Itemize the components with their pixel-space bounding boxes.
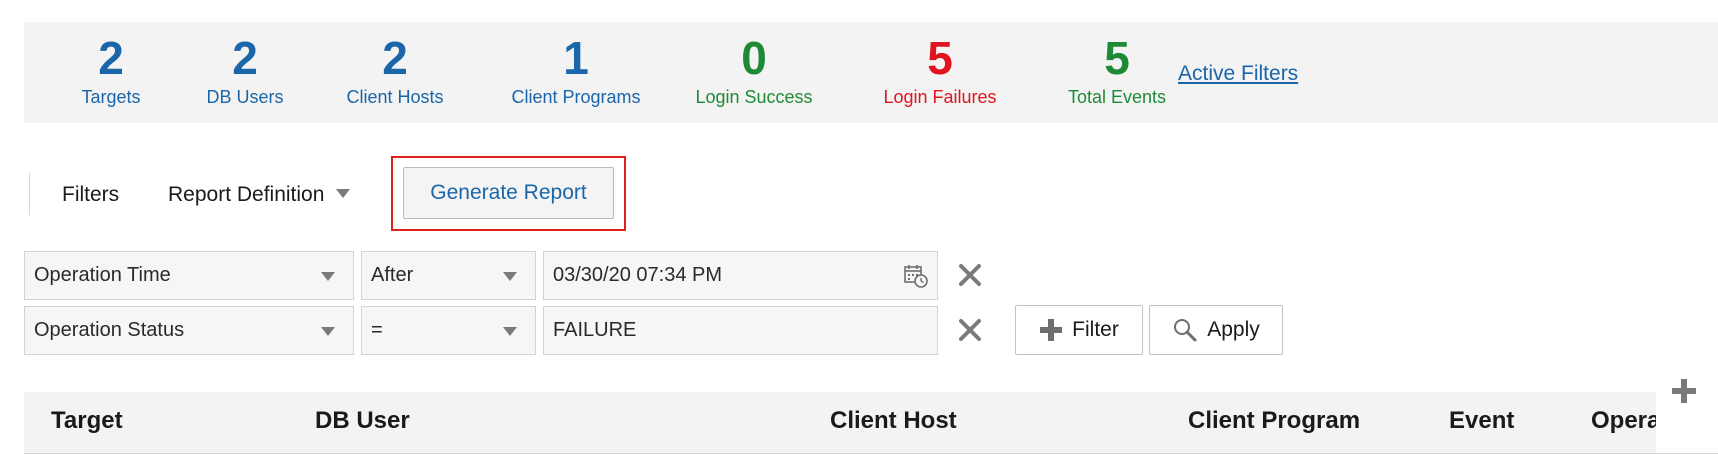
stat-db-users[interactable]: 2 DB Users (185, 32, 305, 108)
column-header-operation[interactable]: Operation (1591, 407, 1656, 435)
stat-login-success[interactable]: 0 Login Success (669, 32, 839, 108)
active-filters-link[interactable]: Active Filters (1178, 62, 1298, 86)
apply-label: Apply (1207, 318, 1260, 341)
chevron-down-icon (336, 188, 351, 198)
stat-login-failures[interactable]: 5 Login Failures (855, 32, 1025, 108)
stat-value: 5 (1104, 32, 1130, 84)
table-divider (24, 453, 1718, 454)
stat-value: 2 (98, 32, 124, 84)
column-header-target[interactable]: Target (51, 407, 123, 435)
filter-value-input[interactable]: 03/30/20 07:34 PM (543, 251, 938, 300)
add-filter-label: Filter (1072, 318, 1119, 341)
column-header-db-user[interactable]: DB User (315, 407, 410, 435)
stat-label: Targets (81, 87, 141, 107)
add-filter-button[interactable]: Filter (1015, 305, 1143, 355)
apply-button[interactable]: Apply (1149, 305, 1283, 355)
stat-label: Login Failures (883, 87, 997, 107)
report-definition-label: Report Definition (168, 183, 325, 206)
toolbar-divider (29, 173, 30, 215)
chevron-down-icon (503, 327, 517, 336)
filter-column-select[interactable]: Operation Time (24, 251, 354, 300)
stat-client-hosts[interactable]: 2 Client Hosts (320, 32, 470, 108)
stat-value: 5 (927, 32, 953, 84)
stat-value: 2 (382, 32, 408, 84)
filter-operator-value: After (371, 264, 414, 286)
stat-client-programs[interactable]: 1 Client Programs (481, 32, 671, 108)
stat-value: 0 (741, 32, 767, 84)
column-header-event[interactable]: Event (1449, 407, 1514, 435)
calendar-icon[interactable] (903, 263, 929, 289)
stat-label: DB Users (206, 87, 284, 107)
filter-value-input[interactable]: FAILURE (543, 306, 938, 355)
chevron-down-icon (321, 327, 335, 336)
stat-total-events[interactable]: 5 Total Events (1037, 32, 1197, 108)
filter-column-value: Operation Status (34, 319, 185, 341)
generate-report-button[interactable]: Generate Report (403, 167, 614, 219)
summary-bar: 2 Targets 2 DB Users 2 Client Hosts 1 Cl… (24, 22, 1718, 123)
search-icon (1174, 319, 1197, 342)
plus-icon[interactable] (1670, 377, 1698, 405)
filter-column-select[interactable]: Operation Status (24, 306, 354, 355)
stat-value: 2 (232, 32, 258, 84)
chevron-down-icon (321, 272, 335, 281)
stat-label: Login Success (695, 87, 813, 107)
stat-value: 1 (563, 32, 589, 84)
column-header-client-program[interactable]: Client Program (1188, 407, 1360, 435)
filter-operator-select[interactable]: = (361, 306, 536, 355)
table-header: Target DB User Client Host Client Progra… (24, 392, 1656, 454)
column-header-client-host[interactable]: Client Host (830, 407, 957, 435)
stat-label: Client Hosts (346, 87, 444, 107)
close-icon[interactable] (957, 317, 983, 343)
filter-value-text: 03/30/20 07:34 PM (553, 264, 723, 286)
plus-icon (1040, 319, 1063, 341)
close-icon[interactable] (957, 262, 983, 288)
filters-tab[interactable]: Filters (62, 183, 119, 207)
stat-label: Total Events (1067, 87, 1167, 107)
filter-value-text: FAILURE (553, 319, 637, 341)
filter-operator-select[interactable]: After (361, 251, 536, 300)
stat-targets[interactable]: 2 Targets (56, 32, 166, 108)
chevron-down-icon (503, 272, 517, 281)
stat-label: Client Programs (511, 87, 641, 107)
filter-column-value: Operation Time (34, 264, 171, 286)
filter-operator-value: = (371, 319, 383, 341)
report-definition-menu[interactable]: Report Definition (168, 183, 351, 207)
